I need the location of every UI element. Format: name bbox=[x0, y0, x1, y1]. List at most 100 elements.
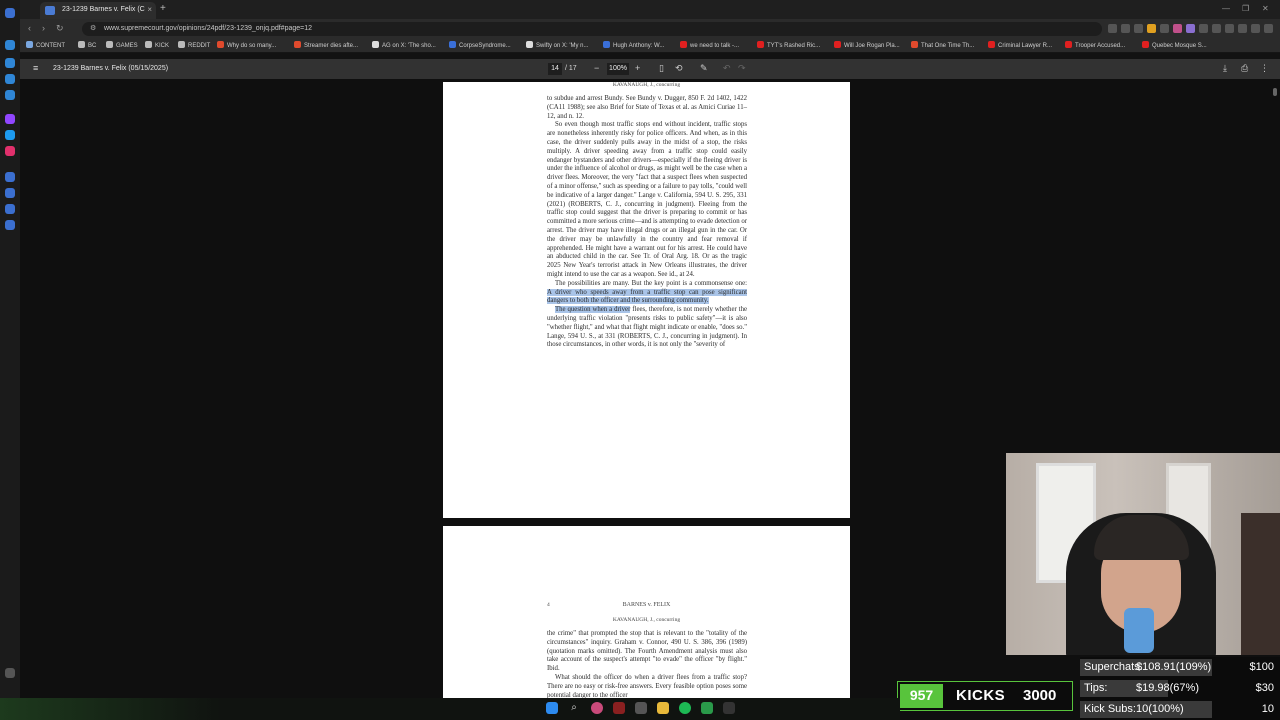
hamburger-menu-icon[interactable]: ≡ bbox=[33, 63, 38, 73]
menu-dots-icon[interactable] bbox=[1264, 24, 1273, 33]
bookmark-item[interactable]: Streamer dies afte... bbox=[294, 41, 358, 49]
extension-icon[interactable] bbox=[1199, 24, 1208, 33]
zoom-in-button[interactable]: + bbox=[635, 63, 640, 73]
app-icon[interactable] bbox=[701, 702, 713, 714]
sidebar-app-icon[interactable] bbox=[5, 146, 15, 156]
fit-page-icon[interactable]: ▯ bbox=[659, 63, 664, 74]
bookmark-item[interactable]: Criminal Lawyer R... bbox=[988, 41, 1052, 49]
youtube-icon bbox=[680, 41, 687, 48]
bookmark-item[interactable]: Why do so many... bbox=[217, 41, 276, 49]
extension-icon[interactable] bbox=[1147, 24, 1156, 33]
youtube-icon bbox=[217, 41, 224, 48]
bookmark-item[interactable]: REDDIT bbox=[178, 41, 210, 49]
extension-icon[interactable] bbox=[1238, 24, 1247, 33]
bookmark-item[interactable]: KICK bbox=[145, 41, 169, 49]
download-icon[interactable] bbox=[1225, 24, 1234, 33]
bookmark-item[interactable]: Hugh Anthony: W... bbox=[603, 41, 664, 49]
sidebar-app-icon[interactable] bbox=[5, 8, 15, 18]
page-text: to subdue and arrest Bundy. See Bundy v.… bbox=[547, 95, 747, 350]
zoom-out-button[interactable]: − bbox=[594, 63, 599, 73]
bookmark-item[interactable]: AG on X: 'The sho... bbox=[372, 41, 436, 49]
ai-icon[interactable] bbox=[1251, 24, 1260, 33]
extension-icon[interactable] bbox=[1186, 24, 1195, 33]
running-head: KAVANAUGH, J., concurring bbox=[612, 82, 681, 88]
app-icon[interactable] bbox=[635, 702, 647, 714]
extension-icon[interactable] bbox=[1160, 24, 1169, 33]
bookmark-item[interactable]: Will Joe Rogan Pla... bbox=[834, 41, 900, 49]
bookmarks-bar: CONTENT BC GAMES KICK REDDIT Why do so m… bbox=[20, 38, 1280, 53]
sidebar-app-icon[interactable] bbox=[5, 188, 15, 198]
tab-active[interactable]: 23-1239 Barnes v. Felix (C × bbox=[40, 2, 156, 19]
file-explorer-icon[interactable] bbox=[657, 702, 669, 714]
paragraph: The possibilities are many. But the key … bbox=[547, 279, 747, 305]
sidebar-app-icon[interactable] bbox=[5, 172, 15, 182]
running-head: KAVANAUGH, J., concurring bbox=[612, 617, 681, 623]
page-number-input[interactable]: 14 bbox=[548, 63, 562, 75]
sidebar-app-icon[interactable] bbox=[5, 90, 15, 100]
bookmark-item[interactable]: Trooper Accused... bbox=[1065, 41, 1125, 49]
close-window-icon[interactable]: ✕ bbox=[1262, 4, 1269, 13]
bookmark-item[interactable]: CorpseSyndrome... bbox=[449, 41, 511, 49]
webcam-shelf bbox=[1241, 513, 1280, 655]
reload-icon[interactable]: ↻ bbox=[56, 23, 64, 34]
forward-icon[interactable]: › bbox=[42, 23, 45, 33]
goal-row: Tips: $19.98(67%) $30 bbox=[1080, 680, 1280, 697]
pdf-page[interactable]: 4 BARNES v. FELIX KAVANAUGH, J., concurr… bbox=[443, 526, 850, 720]
bookmark-item[interactable]: we need to talk -... bbox=[680, 41, 739, 49]
goal-label: Superchats: bbox=[1084, 661, 1143, 673]
search-icon[interactable]: ⌕ bbox=[568, 702, 580, 714]
sidebar-app-icon[interactable] bbox=[5, 114, 15, 124]
extension-icon[interactable] bbox=[1121, 24, 1130, 33]
goal-row: Kick Subs: 10(100%) 10 bbox=[1080, 701, 1280, 718]
scrollbar-thumb[interactable] bbox=[1273, 88, 1277, 96]
sidebar-app-icon[interactable] bbox=[5, 40, 15, 50]
extension-icon[interactable] bbox=[1108, 24, 1117, 33]
maximize-icon[interactable]: ❐ bbox=[1242, 4, 1249, 13]
bookmark-item[interactable]: Swifty on X: 'My n... bbox=[526, 41, 589, 49]
bookmark-item[interactable]: Quebec Mosque S... bbox=[1142, 41, 1207, 49]
sidebar-app-icon[interactable] bbox=[5, 130, 15, 140]
back-icon[interactable]: ‹ bbox=[28, 23, 31, 33]
paragraph: to subdue and arrest Bundy. See Bundy v.… bbox=[547, 95, 747, 120]
url-field[interactable]: ⚙ www.supremecourt.gov/opinions/24pdf/23… bbox=[82, 22, 1102, 36]
folder-icon bbox=[178, 41, 185, 48]
rotate-icon[interactable]: ⟲ bbox=[675, 63, 683, 74]
bookmark-item[interactable]: That One Time Th... bbox=[911, 41, 974, 49]
page-total: / 17 bbox=[565, 65, 577, 72]
site-info-icon[interactable]: ⚙ bbox=[90, 24, 96, 32]
paragraph: the crime" that prompted the stop that i… bbox=[547, 630, 747, 673]
app-icon[interactable] bbox=[613, 702, 625, 714]
sidebar-app-icon[interactable] bbox=[5, 58, 15, 68]
app-icon[interactable] bbox=[723, 702, 735, 714]
more-options-icon[interactable]: ⋮ bbox=[1260, 63, 1269, 74]
annotate-icon[interactable]: ✎ bbox=[700, 63, 708, 74]
sidebar-settings-icon[interactable] bbox=[5, 668, 15, 678]
close-tab-icon[interactable]: × bbox=[147, 5, 152, 14]
download-icon[interactable]: ⤓ bbox=[1223, 63, 1227, 74]
pdf-toolbar: ≡ 23-1239 Barnes v. Felix (05/15/2025) 1… bbox=[20, 59, 1280, 79]
pdf-page[interactable]: KAVANAUGH, J., concurring to subdue and … bbox=[443, 82, 850, 518]
zoom-input[interactable]: 100% bbox=[607, 63, 629, 75]
extension-icon[interactable] bbox=[1134, 24, 1143, 33]
bookmark-item[interactable]: GAMES bbox=[106, 41, 138, 49]
windows-start-icon[interactable] bbox=[546, 702, 558, 714]
new-tab-button[interactable]: + bbox=[160, 3, 166, 14]
minimize-icon[interactable]: — bbox=[1222, 4, 1230, 13]
goal-target: $100 bbox=[1249, 661, 1274, 673]
bookmark-item[interactable]: TYT's Rashed Ric... bbox=[757, 41, 820, 49]
goal-label: Kick Subs: bbox=[1084, 703, 1136, 715]
sidebar-app-icon[interactable] bbox=[5, 74, 15, 84]
print-icon[interactable]: ⎙ bbox=[1241, 63, 1248, 74]
bookmark-item[interactable]: CONTENT bbox=[26, 41, 65, 49]
chrome-icon[interactable] bbox=[591, 702, 603, 714]
redo-icon[interactable]: ↷ bbox=[738, 63, 746, 74]
spotify-icon[interactable] bbox=[679, 702, 691, 714]
bookmark-item[interactable]: BC bbox=[78, 41, 96, 49]
undo-icon[interactable]: ↶ bbox=[723, 63, 731, 74]
youtube-icon bbox=[294, 41, 301, 48]
webcam-overlay bbox=[1006, 453, 1280, 655]
sidebar-app-icon[interactable] bbox=[5, 204, 15, 214]
extension-icon[interactable] bbox=[1212, 24, 1221, 33]
sidebar-app-icon[interactable] bbox=[5, 220, 15, 230]
heart-icon[interactable] bbox=[1173, 24, 1182, 33]
